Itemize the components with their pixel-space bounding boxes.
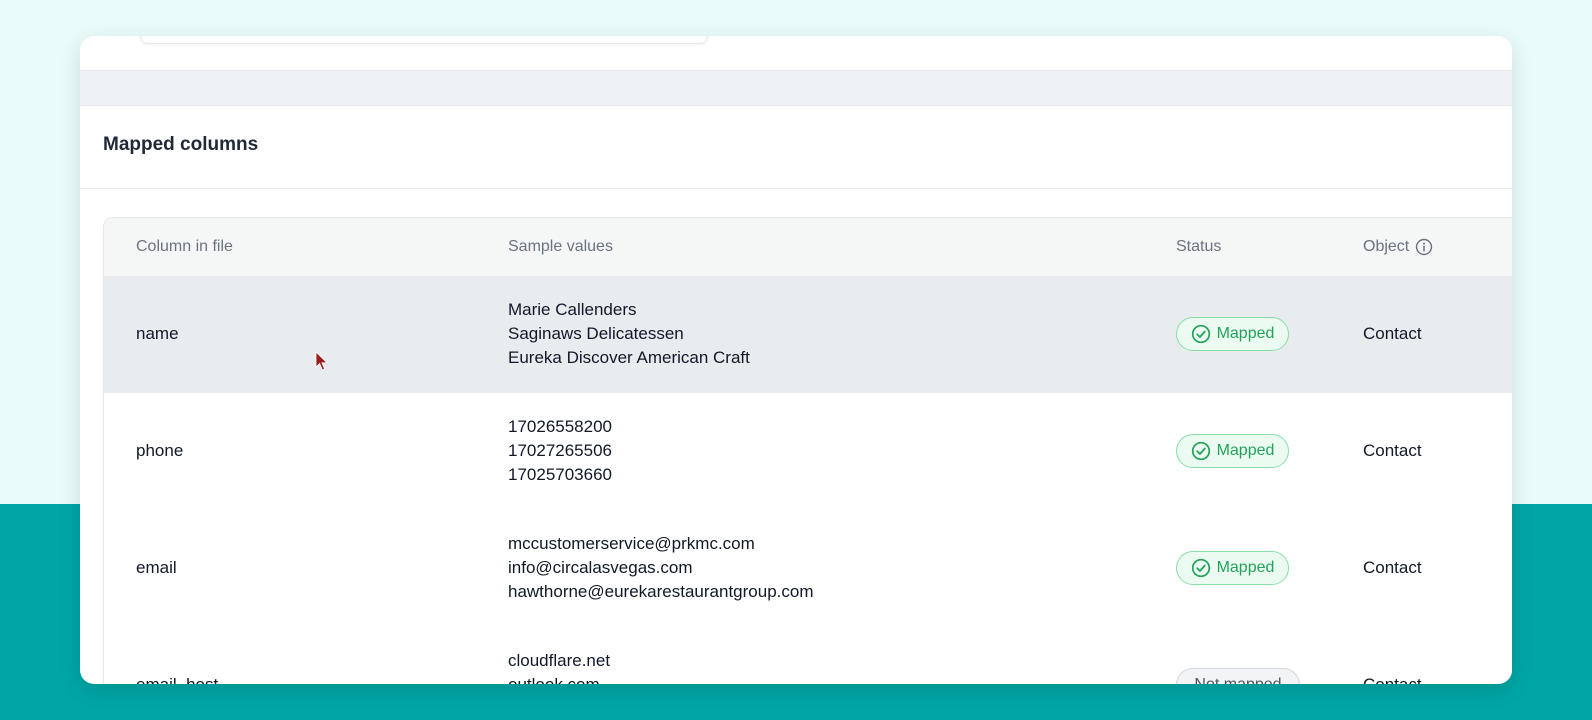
divider <box>80 188 1512 189</box>
check-circle-icon <box>1191 441 1210 461</box>
object-value: Contact <box>1363 675 1422 684</box>
status-label: Not mapped <box>1194 676 1281 684</box>
divider <box>80 105 1512 106</box>
column-name: phone <box>136 441 184 460</box>
header-object: Object <box>1363 238 1433 256</box>
sample-value: 17025703660 <box>508 465 613 484</box>
column-name: name <box>136 324 179 343</box>
sample-value: hawthorne@eurekarestaurantgroup.com <box>508 582 814 601</box>
sample-value: Marie Callenders <box>508 300 637 319</box>
section-title: Mapped columns <box>103 134 259 155</box>
table-header: Column in file Sample values Status Obje… <box>104 218 1512 277</box>
sample-values: cloudflare.net outlook.com <box>508 649 610 684</box>
sample-value: 17027265506 <box>508 441 613 460</box>
check-circle-icon <box>1191 324 1210 344</box>
object-value: Contact <box>1363 558 1422 577</box>
sample-value: outlook.com <box>508 673 610 684</box>
header-object-label: Object <box>1363 238 1410 255</box>
check-circle-icon <box>1191 558 1210 578</box>
header-sample-values: Sample values <box>508 238 613 255</box>
section-spacer <box>80 71 1512 105</box>
header-column-in-file: Column in file <box>136 238 233 255</box>
sample-values: Marie Callenders Saginaws Delicatessen E… <box>508 298 750 370</box>
status-label: Mapped <box>1216 559 1275 576</box>
status-label: Mapped <box>1216 325 1275 342</box>
table-row[interactable]: email mccustomerservice@prkmc.com info@c… <box>104 510 1512 628</box>
table-row[interactable]: name Marie Callenders Saginaws Delicates… <box>104 276 1512 394</box>
status-badge: Not mapped <box>1176 668 1300 684</box>
object-value: Contact <box>1363 324 1422 343</box>
sample-value: cloudflare.net <box>508 651 611 670</box>
sample-values: 17026558200 17027265506 17025703660 <box>508 415 612 487</box>
mapped-columns-table: Column in file Sample values Status Obje… <box>103 217 1512 684</box>
sample-value: info@circalasvegas.com <box>508 558 693 577</box>
sample-values: mccustomerservice@prkmc.com info@circala… <box>508 532 814 604</box>
sample-value: mccustomerservice@prkmc.com <box>508 534 755 553</box>
table-row[interactable]: phone 17026558200 17027265506 1702570366… <box>104 393 1512 511</box>
sample-value: Saginaws Delicatessen <box>508 324 684 343</box>
sample-value: Eureka Discover American Craft <box>508 348 750 367</box>
column-name: email <box>136 558 177 577</box>
table-row[interactable]: email_host cloudflare.net outlook.com No… <box>104 627 1512 684</box>
status-badge: Mapped <box>1176 317 1289 351</box>
status-label: Mapped <box>1216 442 1275 459</box>
column-name: email_host <box>136 675 218 684</box>
info-icon[interactable] <box>1415 238 1433 256</box>
sample-value: 17026558200 <box>508 417 613 436</box>
status-badge: Mapped <box>1176 551 1289 585</box>
status-badge: Mapped <box>1176 434 1289 468</box>
partially-visible-input[interactable] <box>140 36 708 44</box>
header-status: Status <box>1176 238 1222 255</box>
object-value: Contact <box>1363 441 1422 460</box>
mouse-cursor-icon <box>315 351 328 371</box>
mapping-panel: Mapped columns Column in file Sample val… <box>80 36 1512 684</box>
